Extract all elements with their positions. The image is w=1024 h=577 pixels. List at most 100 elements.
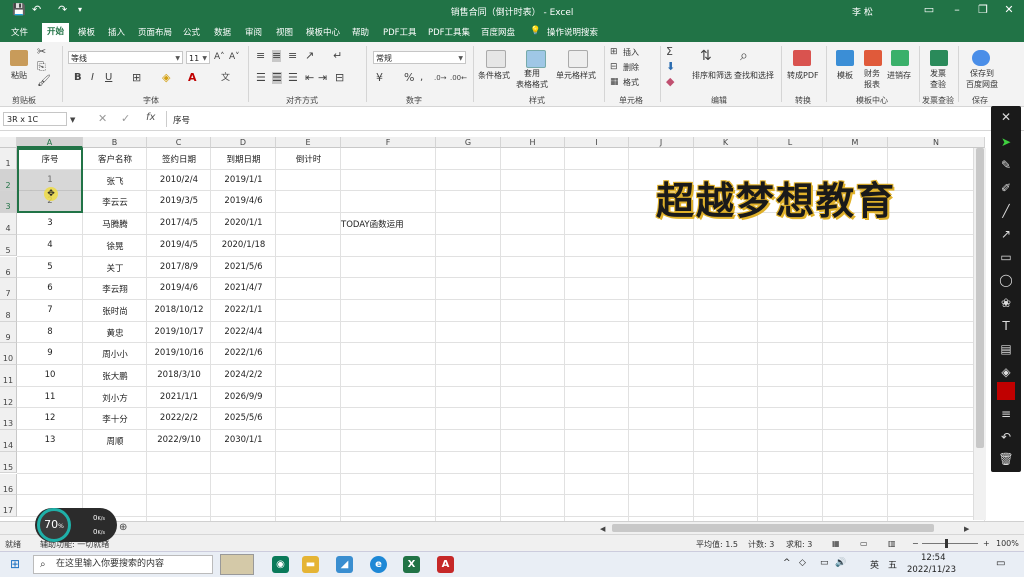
decrease-font-icon[interactable]: A˅: [229, 51, 240, 63]
row-header[interactable]: 17: [0, 495, 17, 517]
table-cell[interactable]: 黄忠: [83, 327, 147, 339]
rectangle-icon[interactable]: ▭: [991, 249, 1021, 265]
column-header[interactable]: L: [758, 137, 823, 148]
page-layout-view-icon[interactable]: ▭: [860, 539, 868, 548]
table-cell[interactable]: 李云翔: [83, 283, 147, 295]
marker-icon[interactable]: ✐: [991, 180, 1021, 196]
edge-browser-icon[interactable]: e: [370, 556, 387, 573]
arrow-icon[interactable]: ↗: [991, 226, 1021, 242]
table-cell[interactable]: 2019/1/1: [211, 175, 276, 185]
baidu-netdisk-icon[interactable]: [972, 50, 990, 66]
line-width-icon[interactable]: ≡: [991, 406, 1021, 422]
windows-start-icon[interactable]: ⊞: [10, 557, 20, 571]
table-cell[interactable]: 2022/1/1: [211, 305, 276, 315]
table-cell[interactable]: 2022/1/6: [211, 348, 276, 358]
comma-style-icon[interactable]: ,: [420, 72, 423, 84]
trash-icon[interactable]: 🗑: [991, 451, 1021, 467]
table-header-cell[interactable]: 客户名称: [83, 153, 147, 165]
financial-report-icon[interactable]: [864, 50, 882, 66]
ime-mode[interactable]: 五: [888, 558, 897, 571]
table-cell[interactable]: 7: [17, 305, 83, 315]
table-cell[interactable]: 2018/3/10: [147, 370, 211, 380]
row-header[interactable]: 2: [0, 169, 17, 192]
table-cell[interactable]: 8: [17, 327, 83, 337]
format-cells-icon[interactable]: ▦: [610, 76, 619, 88]
table-cell[interactable]: 2026/9/9: [211, 392, 276, 402]
row-header[interactable]: 7: [0, 278, 17, 300]
fill-color-icon[interactable]: ◈: [162, 72, 170, 84]
table-cell[interactable]: 3: [17, 218, 83, 228]
name-box[interactable]: 3R x 1C: [3, 112, 67, 126]
autosum-icon[interactable]: Σ: [666, 46, 673, 58]
increase-font-icon[interactable]: A˄: [214, 51, 225, 63]
pointer-icon[interactable]: ➤: [991, 134, 1021, 150]
table-cell[interactable]: 9: [17, 348, 83, 358]
color-swatch[interactable]: [997, 382, 1015, 400]
align-bottom-icon[interactable]: ≡: [288, 50, 297, 62]
tab-formulas[interactable]: 公式: [183, 26, 200, 38]
network-speed-widget[interactable]: 70% 0K/s 0K/s: [35, 508, 117, 542]
cancel-entry-icon[interactable]: ✕: [98, 113, 107, 125]
delete-cells-button[interactable]: 删除: [623, 62, 639, 73]
table-cell[interactable]: 2017/8/9: [147, 262, 211, 272]
align-middle-icon[interactable]: ≡: [272, 50, 282, 62]
eraser-icon[interactable]: ◈: [991, 364, 1021, 380]
row-header[interactable]: 5: [0, 234, 17, 257]
table-cell[interactable]: 11: [17, 392, 83, 402]
sort-filter-icon[interactable]: ⇅: [700, 49, 712, 63]
zoom-out-icon[interactable]: −: [912, 539, 919, 548]
column-header[interactable]: G: [436, 137, 501, 148]
conditional-format-icon[interactable]: [486, 50, 506, 68]
pen-icon[interactable]: ✎: [991, 157, 1021, 173]
tray-app-icon[interactable]: ◇: [799, 558, 806, 568]
clock-time[interactable]: 12:54: [921, 553, 946, 563]
drawing-thumbnail[interactable]: [220, 554, 254, 575]
column-header[interactable]: A: [17, 137, 83, 148]
insert-cells-button[interactable]: 插入: [623, 47, 639, 58]
highlight-icon[interactable]: ❀: [991, 295, 1021, 311]
app-icon-1[interactable]: ◉: [272, 556, 289, 573]
conditional-format-button[interactable]: 条件格式: [478, 70, 510, 81]
column-header[interactable]: J: [629, 137, 694, 148]
table-note-cell[interactable]: TODAY函数运用: [341, 218, 461, 230]
tab-pdf-toolset[interactable]: PDF工具集: [428, 26, 470, 38]
increase-indent-icon[interactable]: ⇥: [318, 72, 327, 84]
undo-icon[interactable]: ↶: [991, 429, 1021, 445]
table-cell[interactable]: 2022/9/10: [147, 435, 211, 445]
paste-button-label[interactable]: 粘贴: [11, 70, 27, 81]
cut-icon[interactable]: ✂: [37, 46, 46, 58]
find-select-icon[interactable]: ⌕: [740, 49, 748, 63]
tab-help[interactable]: 帮助: [352, 26, 369, 38]
table-cell[interactable]: 2030/1/1: [211, 435, 276, 445]
volume-icon[interactable]: 🔊: [835, 558, 846, 568]
table-cell[interactable]: 2018/10/12: [147, 305, 211, 315]
table-cell[interactable]: 2019/3/5: [147, 196, 211, 206]
table-cell[interactable]: 2021/4/7: [211, 283, 276, 293]
save-baidu-button[interactable]: 保存到 百度网盘: [966, 68, 998, 90]
increase-decimal-icon[interactable]: .0→: [434, 72, 447, 84]
tab-template[interactable]: 模板: [78, 26, 95, 38]
formula-input[interactable]: 序号: [173, 114, 190, 126]
copy-icon[interactable]: ⎘: [37, 61, 46, 73]
line-icon[interactable]: ╱: [991, 203, 1021, 219]
tell-me-search[interactable]: 操作说明搜索: [547, 26, 598, 38]
network-icon[interactable]: ▭: [820, 558, 829, 568]
table-cell[interactable]: 2017/4/5: [147, 218, 211, 228]
phonetic-icon[interactable]: 文: [221, 72, 230, 84]
table-cell[interactable]: 周顺: [83, 435, 147, 447]
notification-icon[interactable]: ▭: [996, 558, 1005, 569]
table-header-cell[interactable]: 到期日期: [211, 153, 276, 165]
app-icon-3[interactable]: ◢: [336, 556, 353, 573]
ribbon-display-icon[interactable]: ▭: [918, 2, 940, 18]
table-cell[interactable]: 4: [17, 240, 83, 250]
column-header[interactable]: K: [694, 137, 758, 148]
font-color-icon[interactable]: A: [188, 72, 197, 84]
format-as-table-button[interactable]: 套用 表格格式: [516, 68, 548, 90]
invoice-check-button[interactable]: 发票 查验: [930, 68, 946, 90]
row-header[interactable]: 6: [0, 256, 17, 279]
clock-date[interactable]: 2022/11/23: [907, 565, 956, 575]
column-header[interactable]: H: [501, 137, 565, 148]
column-header[interactable]: D: [211, 137, 276, 148]
number-format-combo[interactable]: 常规 ▼: [373, 51, 466, 64]
inventory-icon[interactable]: [891, 50, 909, 66]
